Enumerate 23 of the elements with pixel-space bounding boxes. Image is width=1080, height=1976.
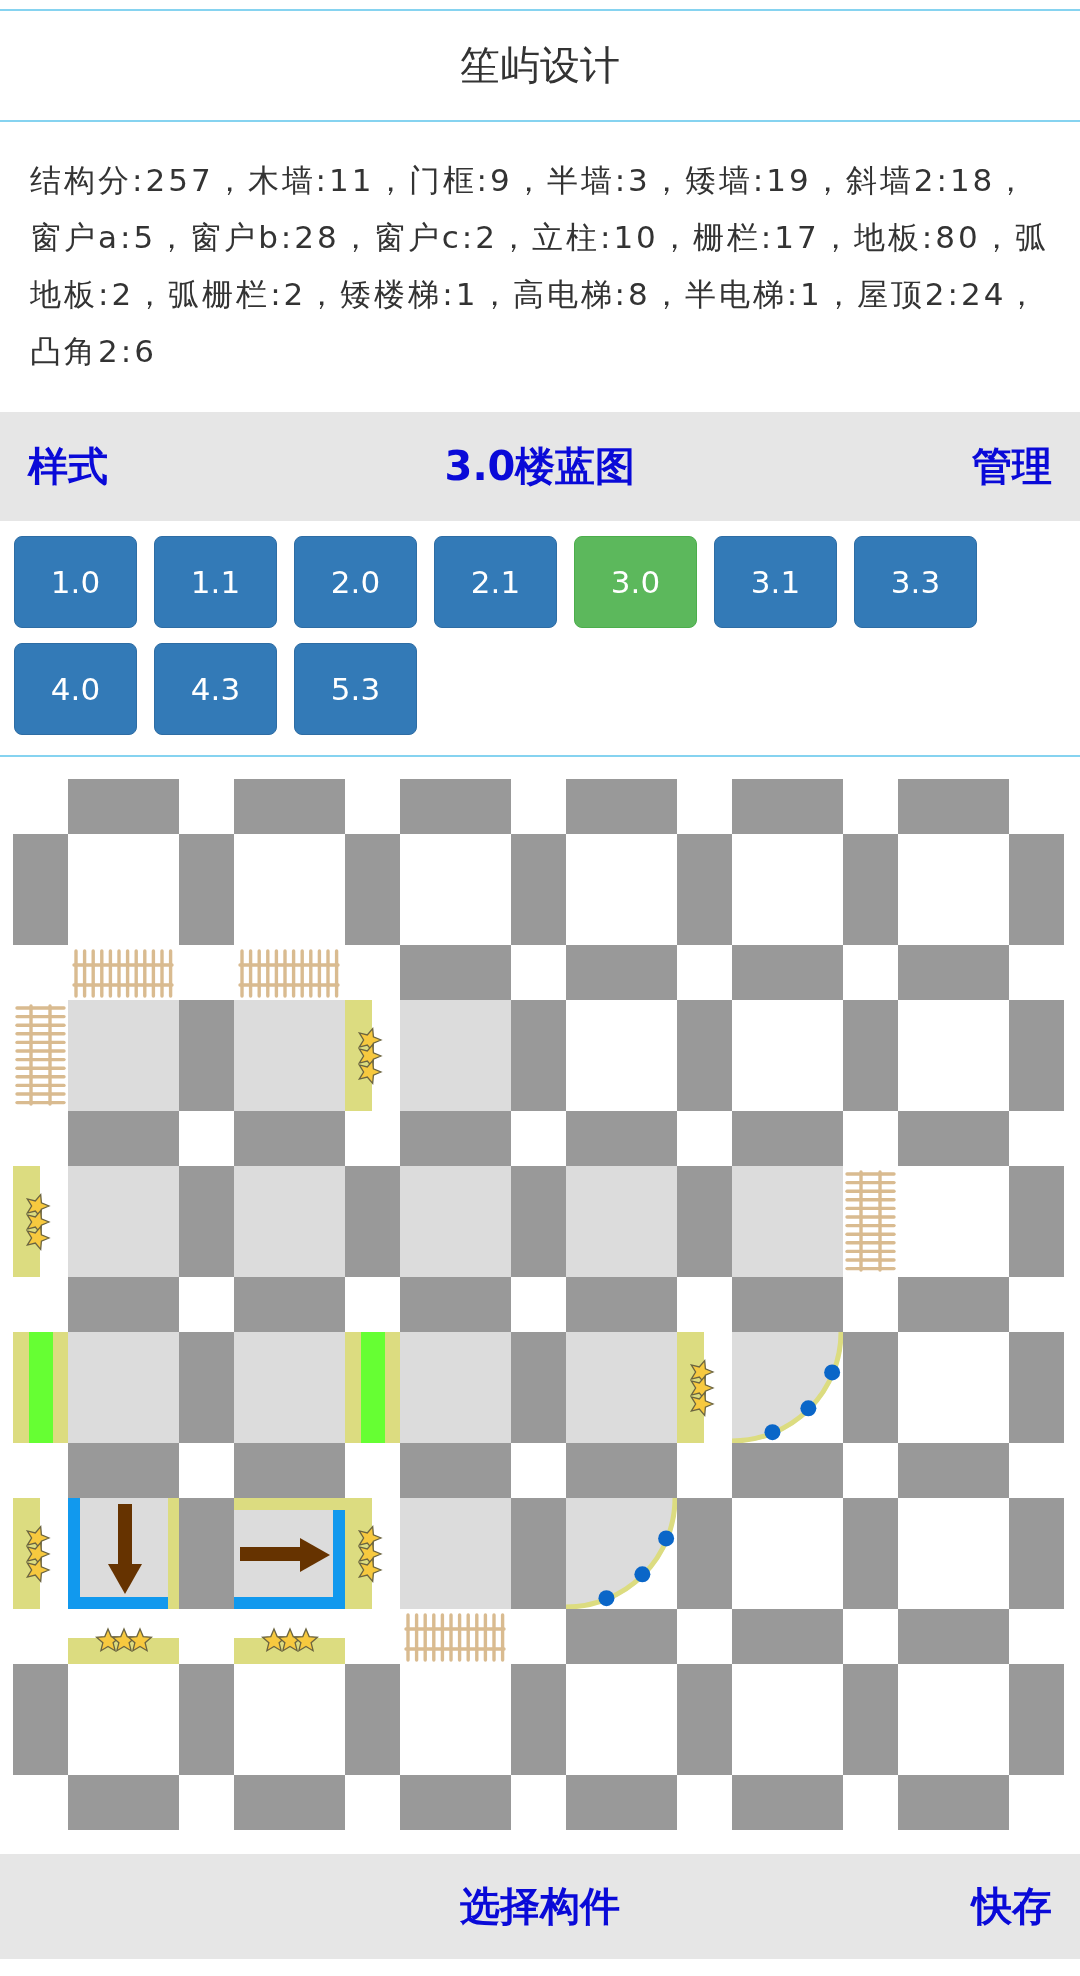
stairs-icon [68, 1498, 179, 1609]
floor-button[interactable]: 3.1 [714, 536, 837, 628]
floor-button[interactable]: 2.1 [434, 536, 557, 628]
stairs-icon [234, 1498, 345, 1609]
floor-button[interactable]: 4.0 [14, 643, 137, 735]
app-title: 笙屿设计 [460, 41, 620, 90]
blueprint-title: 3.0楼蓝图 [444, 442, 636, 491]
curved-floor-icon [566, 1498, 677, 1609]
door-icon [345, 1332, 400, 1443]
floor-button[interactable]: 1.1 [154, 536, 277, 628]
style-link[interactable]: 样式 [28, 443, 108, 489]
floor-button[interactable]: 3.3 [854, 536, 977, 628]
select-parts-link[interactable]: 选择构件 [460, 1879, 620, 1934]
door-icon [13, 1332, 68, 1443]
floor-button[interactable]: 3.0 [574, 536, 697, 628]
floor-button[interactable]: 1.0 [14, 536, 137, 628]
manage-link[interactable]: 管理 [972, 443, 1052, 489]
floor-button[interactable]: 5.3 [294, 643, 417, 735]
floor-button[interactable]: 4.3 [154, 643, 277, 735]
curved-floor-icon [732, 1332, 843, 1443]
floor-button[interactable]: 2.0 [294, 536, 417, 628]
quick-save-link[interactable]: 快存 [972, 1883, 1052, 1929]
summary-text: 结构分:257，木墙:11，门框:9，半墙:3，矮墙:19，斜墙2:18，窗户a:5，窗户b:28，窗户c:2，立柱:10，栅栏:17，地板:80，弧地板:2，弧栅栏:2，矮楼梯:1，高电梯:8，半电梯:1，屋顶2:24，凸角2:6 [29, 161, 1050, 371]
